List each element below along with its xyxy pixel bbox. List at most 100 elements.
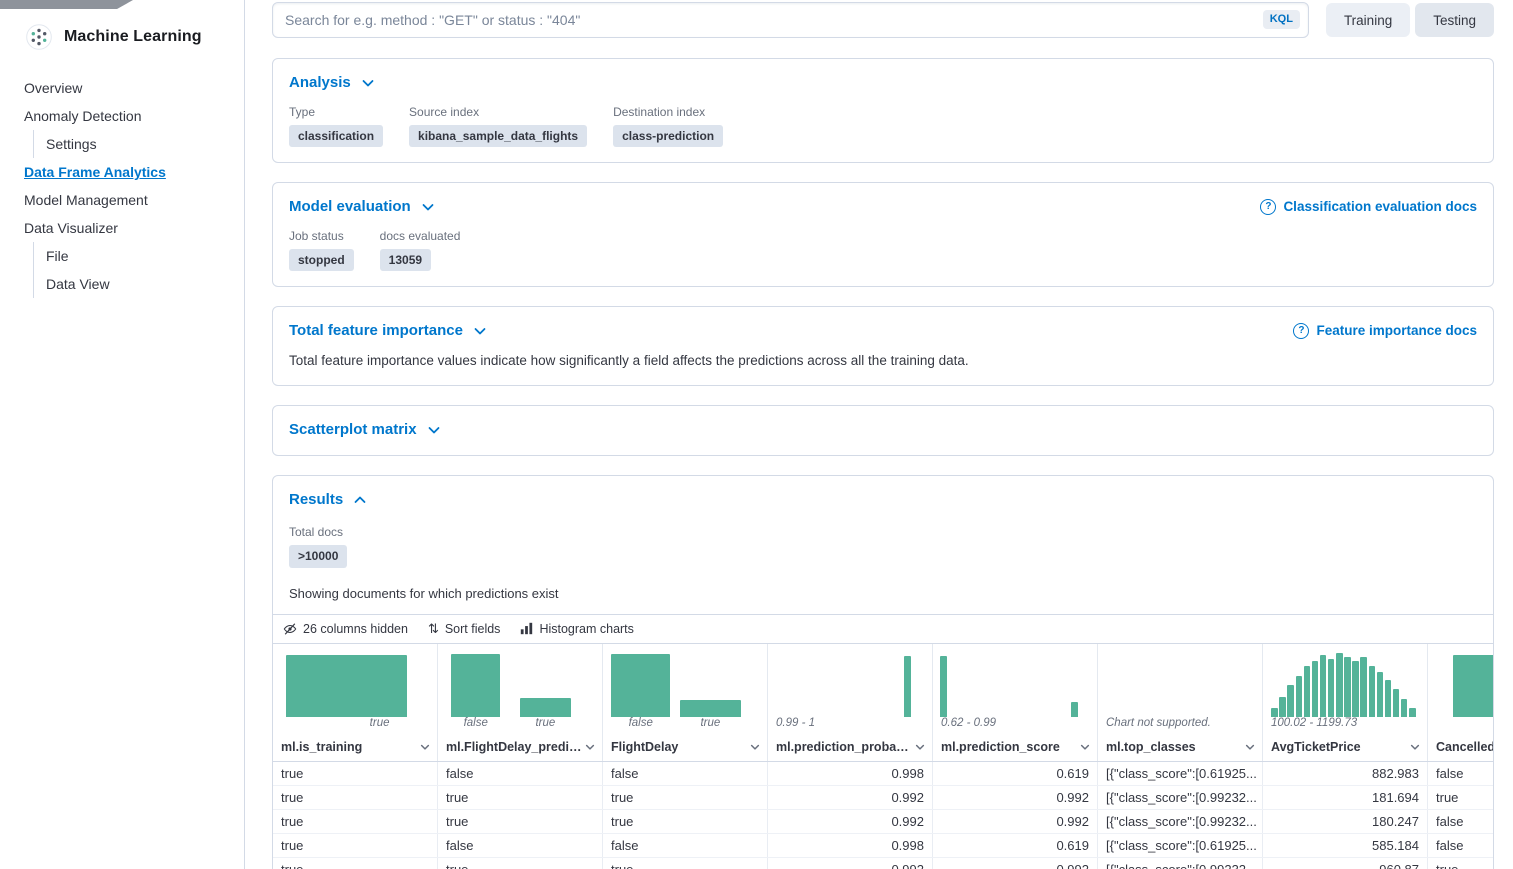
histogram-bar	[1071, 702, 1078, 717]
column-histogram	[1263, 651, 1427, 717]
field-label: docs evaluated	[380, 229, 461, 243]
sidebar-item-file[interactable]: File	[33, 242, 244, 270]
column-menu-ml-top-classes[interactable]: ml.top_classes	[1098, 734, 1262, 761]
total-feature-importance-accordion-toggle[interactable]: Total feature importance	[289, 320, 488, 341]
sort-fields-label: Sort fields	[445, 622, 501, 636]
cell-ml-prediction-probability: 0.992	[768, 810, 933, 833]
histogram-bar	[1320, 655, 1326, 717]
cell-ml-is-training: true	[273, 810, 438, 833]
histogram-labels: 0.62 - 0.99	[933, 717, 1097, 734]
column-menu-avgticketprice[interactable]: AvgTicketPrice	[1263, 734, 1427, 761]
histogram-bar-label: true	[700, 717, 720, 729]
table-row: truefalsefalse0.9980.619[{"class_score":…	[273, 834, 1493, 858]
column-menu-flightdelay[interactable]: FlightDelay	[603, 734, 767, 761]
histogram-bar-label: true	[370, 717, 390, 729]
column-header-avgticketprice: 100.02 - 1199.73 AvgTicketPrice	[1263, 644, 1428, 761]
histogram-bar	[1393, 689, 1399, 717]
histogram-bar-label: false	[464, 717, 488, 729]
field-label: Source index	[409, 105, 587, 119]
sidebar-item-data-visualizer[interactable]: Data Visualizer	[24, 214, 244, 242]
grid-toolbar: 26 columns hidden ⇅ Sort fields Histogra…	[273, 614, 1493, 644]
sidebar-item-anomaly-detection[interactable]: Anomaly Detection	[24, 102, 244, 130]
column-name: FlightDelay	[611, 740, 749, 754]
sort-icon: ⇅	[428, 622, 439, 635]
analysis-accordion-toggle[interactable]: Analysis	[289, 72, 376, 93]
cell-ml-top-classes: [{"class_score":[0.61925...	[1098, 762, 1263, 785]
cell-cancelled: true	[1428, 786, 1493, 809]
search-input[interactable]	[272, 2, 1309, 38]
cell-ml-prediction-probability: 0.998	[768, 762, 933, 785]
cell-ml-prediction-probability: 0.998	[768, 834, 933, 857]
panel-title: Analysis	[289, 72, 351, 93]
field-value-badge: kibana_sample_data_flights	[409, 125, 587, 147]
classification-evaluation-docs-link[interactable]: ? Classification evaluation docs	[1260, 199, 1477, 215]
columns-hidden-label: 26 columns hidden	[303, 622, 408, 636]
scatterplot-matrix-accordion-toggle[interactable]: Scatterplot matrix	[289, 419, 442, 440]
total-docs-label: Total docs	[289, 525, 1477, 539]
column-histogram	[438, 651, 602, 717]
histogram-bar	[1296, 676, 1302, 716]
sidebar-item-model-management[interactable]: Model Management	[24, 186, 244, 214]
column-histogram	[768, 651, 932, 717]
cell-ml-flightdelay-prediction: false	[438, 762, 603, 785]
field-destination-index: Destination indexclass-prediction	[613, 105, 723, 147]
table-row: truefalsefalse0.9980.619[{"class_score":…	[273, 762, 1493, 786]
training-button[interactable]: Training	[1326, 3, 1410, 37]
column-name: ml.FlightDelay_prediction	[446, 740, 584, 754]
table-row: truetruetrue0.9920.992[{"class_score":[0…	[273, 810, 1493, 834]
column-histogram	[273, 651, 437, 717]
cell-ml-prediction-score: 0.992	[933, 786, 1098, 809]
chevron-down-icon	[1244, 741, 1256, 753]
chevron-down-icon	[1409, 741, 1421, 753]
cell-cancelled: true	[1428, 858, 1493, 869]
model-evaluation-accordion-toggle[interactable]: Model evaluation	[289, 196, 436, 217]
column-name: ml.prediction_probability	[776, 740, 914, 754]
cell-ml-prediction-probability: 0.992	[768, 786, 933, 809]
sidebar-item-overview[interactable]: Overview	[24, 74, 244, 102]
analysis-panel: Analysis TypeclassificationSource indexk…	[272, 58, 1494, 163]
histogram-labels: 100.02 - 1199.73	[1263, 717, 1427, 734]
histogram-bar	[904, 656, 911, 717]
histogram-icon	[520, 622, 533, 635]
chevron-down-icon	[914, 741, 926, 753]
cell-flightdelay: false	[603, 762, 768, 785]
cell-cancelled: false	[1428, 762, 1493, 785]
documentation-icon: ?	[1260, 199, 1276, 215]
kql-badge[interactable]: KQL	[1263, 10, 1300, 29]
topbar: KQL Training Testing	[272, 2, 1494, 38]
panel-title: Total feature importance	[289, 320, 463, 341]
sidebar-item-settings[interactable]: Settings	[33, 130, 244, 158]
testing-button[interactable]: Testing	[1415, 3, 1494, 37]
sidebar-item-data-frame-analytics[interactable]: Data Frame Analytics	[24, 158, 244, 186]
results-accordion-toggle[interactable]: Results	[289, 489, 368, 510]
cell-ml-prediction-score: 0.992	[933, 858, 1098, 869]
sort-fields-button[interactable]: ⇅ Sort fields	[428, 622, 501, 636]
sidebar-item-data-view[interactable]: Data View	[33, 270, 244, 298]
column-name: AvgTicketPrice	[1271, 740, 1409, 754]
field-source-index: Source index kibana_sample_data_flights	[409, 105, 587, 147]
cell-flightdelay: false	[603, 834, 768, 857]
cell-avgticketprice: 181.694	[1263, 786, 1428, 809]
column-histogram	[1098, 651, 1262, 717]
field-value-badge: 13059	[380, 249, 431, 271]
column-menu-cancelled[interactable]: Cancelled	[1428, 734, 1493, 761]
field-value-badge: stopped	[289, 249, 354, 271]
histogram-labels: false	[1428, 717, 1493, 734]
column-menu-ml-flightdelay-prediction[interactable]: ml.FlightDelay_prediction	[438, 734, 602, 761]
app-title: Machine Learning	[64, 28, 202, 46]
feature-importance-docs-link[interactable]: ? Feature importance docs	[1293, 323, 1477, 339]
histogram-charts-button[interactable]: Histogram charts	[520, 622, 633, 636]
docs-link-label: Classification evaluation docs	[1283, 199, 1477, 214]
column-name: ml.is_training	[281, 740, 419, 754]
column-menu-ml-prediction-score[interactable]: ml.prediction_score	[933, 734, 1097, 761]
column-menu-ml-is-training[interactable]: ml.is_training	[273, 734, 437, 761]
chevron-down-icon	[472, 323, 488, 339]
column-menu-ml-prediction-probability[interactable]: ml.prediction_probability	[768, 734, 932, 761]
columns-hidden-button[interactable]: 26 columns hidden	[283, 622, 408, 636]
field-value-badge: classification	[289, 125, 383, 147]
kibana-ml-window: Machine Learning OverviewAnomaly Detecti…	[0, 0, 1513, 869]
column-header-ml-prediction-probability: 0.99 - 1ml.prediction_probability	[768, 644, 933, 761]
chevron-down-icon	[749, 741, 761, 753]
histogram-bar-label: true	[535, 717, 555, 729]
histogram-bar	[1385, 680, 1391, 716]
